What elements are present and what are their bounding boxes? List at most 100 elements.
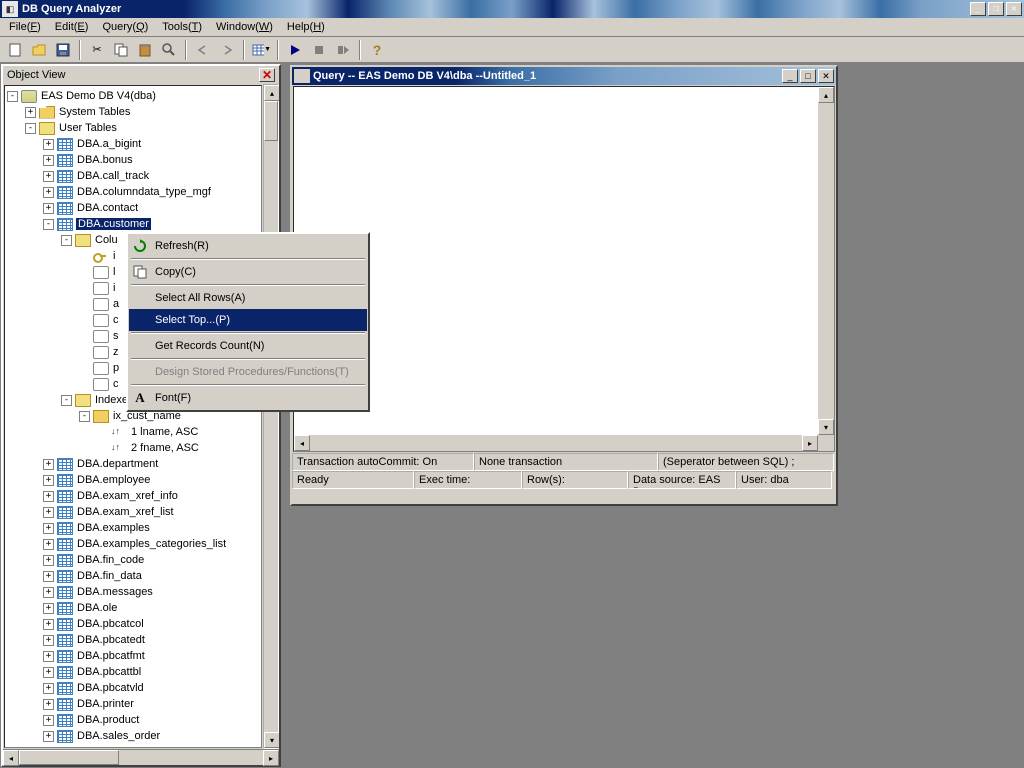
close-button[interactable]: ✕: [1006, 2, 1022, 16]
find-button[interactable]: [158, 39, 180, 61]
cut-button[interactable]: ✂: [86, 39, 108, 61]
tree-table[interactable]: +DBA.pbcatcol: [7, 616, 261, 632]
tree-expander[interactable]: +: [43, 699, 54, 710]
object-view-close-button[interactable]: ✕: [259, 68, 275, 82]
tree-table[interactable]: +DBA.sales_order: [7, 728, 261, 744]
run-button[interactable]: [284, 39, 306, 61]
tree-table[interactable]: +DBA.call_track: [7, 168, 261, 184]
tree-expander[interactable]: +: [43, 203, 54, 214]
tree-table[interactable]: +DBA.pbcatedt: [7, 632, 261, 648]
tree-table[interactable]: +DBA.exam_xref_info: [7, 488, 261, 504]
tree-expander[interactable]: -: [79, 411, 90, 422]
tree-user-tables[interactable]: -User Tables: [7, 120, 261, 136]
scroll-left-button[interactable]: ◂: [3, 750, 19, 766]
tree-index-column[interactable]: ↓↑2 fname, ASC: [7, 440, 261, 456]
ctx-copy[interactable]: Copy(C): [129, 261, 367, 283]
open-button[interactable]: [28, 39, 50, 61]
editor-scroll-down[interactable]: ▾: [818, 419, 834, 435]
menu-window[interactable]: Window(W): [209, 19, 280, 35]
menu-query[interactable]: Query(Q): [95, 19, 155, 35]
tree-expander[interactable]: +: [43, 715, 54, 726]
query-close-button[interactable]: ✕: [818, 69, 834, 83]
tree-table[interactable]: +DBA.exam_xref_list: [7, 504, 261, 520]
tree-expander[interactable]: +: [43, 587, 54, 598]
tree-db-root[interactable]: -EAS Demo DB V4(dba): [7, 88, 261, 104]
tree-expander[interactable]: +: [43, 507, 54, 518]
minimize-button[interactable]: _: [970, 2, 986, 16]
tree-expander[interactable]: +: [43, 171, 54, 182]
tree-table[interactable]: +DBA.examples_categories_list: [7, 536, 261, 552]
help-button[interactable]: ?: [366, 39, 388, 61]
undo-button[interactable]: [192, 39, 214, 61]
editor-scroll-left[interactable]: ◂: [294, 435, 310, 451]
object-tree[interactable]: -EAS Demo DB V4(dba)+System Tables-User …: [4, 85, 262, 748]
ctx-select-top[interactable]: Select Top...(P): [129, 309, 367, 331]
grid-button[interactable]: ▼: [250, 39, 272, 61]
tree-expander[interactable]: +: [43, 603, 54, 614]
tree-table[interactable]: +DBA.a_bigint: [7, 136, 261, 152]
tree-expander[interactable]: +: [43, 155, 54, 166]
save-button[interactable]: [52, 39, 74, 61]
ctx-get-records-count[interactable]: Get Records Count(N): [129, 335, 367, 357]
tree-table[interactable]: +DBA.examples: [7, 520, 261, 536]
tree-expander[interactable]: +: [43, 539, 54, 550]
tree-expander[interactable]: +: [43, 635, 54, 646]
scroll-right-button[interactable]: ▸: [263, 750, 279, 766]
tree-table[interactable]: +DBA.columndata_type_mgf: [7, 184, 261, 200]
tree-expander[interactable]: +: [43, 523, 54, 534]
tree-table[interactable]: +DBA.employee: [7, 472, 261, 488]
tree-expander[interactable]: -: [61, 235, 72, 246]
scroll-thumb-h[interactable]: [19, 750, 119, 765]
tree-index-column[interactable]: ↓↑1 lname, ASC: [7, 424, 261, 440]
tree-expander[interactable]: +: [25, 107, 36, 118]
tree-table[interactable]: +DBA.pbcattbl: [7, 664, 261, 680]
tree-expander[interactable]: +: [43, 731, 54, 742]
scroll-thumb[interactable]: [264, 101, 278, 141]
tree-expander[interactable]: -: [43, 219, 54, 230]
tree-table-selected[interactable]: -DBA.customer: [7, 216, 261, 232]
step-button[interactable]: [332, 39, 354, 61]
tree-expander[interactable]: +: [43, 651, 54, 662]
query-maximize-button[interactable]: □: [800, 69, 816, 83]
tree-table[interactable]: +DBA.fin_code: [7, 552, 261, 568]
tree-table[interactable]: +DBA.printer: [7, 696, 261, 712]
tree-system-tables[interactable]: +System Tables: [7, 104, 261, 120]
tree-expander[interactable]: +: [43, 555, 54, 566]
tree-expander[interactable]: +: [43, 571, 54, 582]
paste-button[interactable]: [134, 39, 156, 61]
query-editor[interactable]: ▴ ▾ ◂ ▸: [293, 86, 835, 452]
menu-tools[interactable]: Tools(T): [155, 19, 209, 35]
menu-edit[interactable]: Edit(E): [48, 19, 96, 35]
redo-button[interactable]: [216, 39, 238, 61]
tree-expander[interactable]: -: [61, 395, 72, 406]
editor-scroll-right[interactable]: ▸: [802, 435, 818, 451]
editor-scroll-up[interactable]: ▴: [818, 87, 834, 103]
query-minimize-button[interactable]: _: [782, 69, 798, 83]
tree-expander[interactable]: -: [25, 123, 36, 134]
ctx-select-all-rows[interactable]: Select All Rows(A): [129, 287, 367, 309]
tree-table[interactable]: +DBA.contact: [7, 200, 261, 216]
tree-table[interactable]: +DBA.messages: [7, 584, 261, 600]
tree-table[interactable]: +DBA.pbcatvld: [7, 680, 261, 696]
ctx-font[interactable]: A Font(F): [129, 387, 367, 409]
tree-table[interactable]: +DBA.department: [7, 456, 261, 472]
tree-expander[interactable]: +: [43, 187, 54, 198]
ctx-refresh[interactable]: Refresh(R): [129, 235, 367, 257]
tree-expander[interactable]: +: [43, 139, 54, 150]
tree-expander[interactable]: +: [43, 667, 54, 678]
menu-help[interactable]: Help(H): [280, 19, 332, 35]
tree-expander[interactable]: +: [43, 459, 54, 470]
tree-table[interactable]: +DBA.ole: [7, 600, 261, 616]
tree-table[interactable]: +DBA.fin_data: [7, 568, 261, 584]
tree-expander[interactable]: +: [43, 683, 54, 694]
restore-button[interactable]: ❐: [988, 2, 1004, 16]
scroll-up-button[interactable]: ▴: [264, 85, 279, 101]
new-button[interactable]: [4, 39, 26, 61]
stop-button[interactable]: [308, 39, 330, 61]
tree-expander[interactable]: +: [43, 619, 54, 630]
query-window-titlebar[interactable]: Query -- EAS Demo DB V4\dba --Untitled_1…: [292, 67, 836, 85]
tree-expander[interactable]: +: [43, 491, 54, 502]
tree-table[interactable]: +DBA.bonus: [7, 152, 261, 168]
tree-table[interactable]: +DBA.pbcatfmt: [7, 648, 261, 664]
menu-file[interactable]: File(F): [2, 19, 48, 35]
